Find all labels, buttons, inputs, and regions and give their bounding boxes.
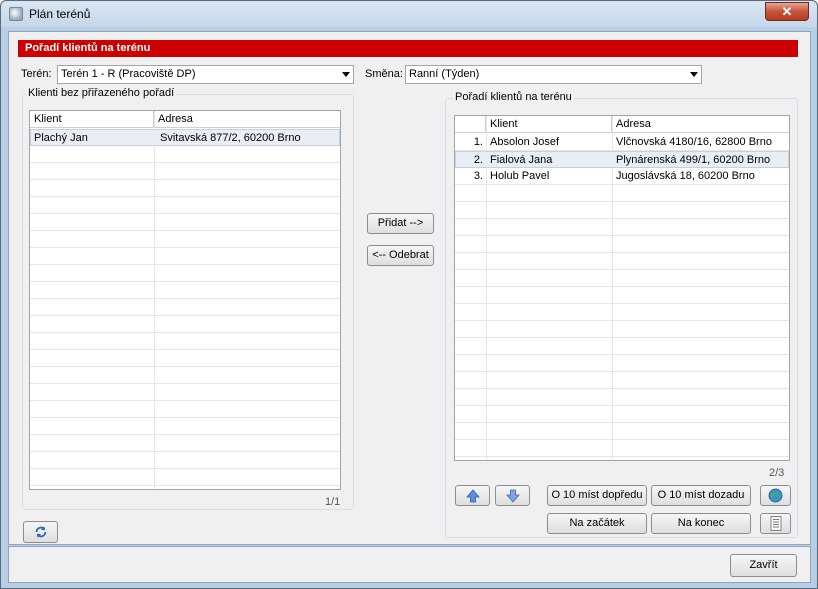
cell-order: 3.: [473, 170, 483, 182]
grid-row-line: [455, 235, 789, 236]
grid-row-line: [30, 315, 340, 316]
main-window: Plán terénů ✕ Pořadí klientů na terénu T…: [0, 0, 818, 589]
close-button[interactable]: Zavřít: [730, 554, 797, 577]
unassigned-clients-grid[interactable]: Klient Adresa Plachý Jan Svitavská 877/2…: [29, 110, 341, 490]
print-button[interactable]: [760, 513, 791, 534]
teren-select-value: Terén 1 - R (Pracoviště DP): [61, 68, 196, 80]
move-up-button[interactable]: [455, 485, 490, 506]
grid-header: Klient Adresa: [30, 111, 340, 128]
grid-row-line: [30, 247, 340, 248]
grid-row-line: [30, 196, 340, 197]
refresh-icon: [35, 526, 46, 538]
grid-row-line: [30, 383, 340, 384]
grid-row-line: [30, 213, 340, 214]
cell-order: 1.: [473, 136, 483, 148]
smena-label: Směna:: [365, 68, 403, 80]
grid-row-line: [455, 337, 789, 338]
table-row[interactable]: 3. Holub Pavel Jugoslávská 18, 60200 Brn…: [455, 168, 789, 185]
app-icon: [9, 7, 23, 21]
map-button[interactable]: [760, 485, 791, 506]
arrow-up-icon: [465, 489, 480, 503]
ordered-clients-grid[interactable]: Klient Adresa 1. Absolon Josef Vlčnovská…: [454, 115, 790, 461]
cell-adresa: Plynárenská 499/1, 60200 Brno: [616, 154, 771, 166]
forward-10-button[interactable]: O 10 míst dopředu: [547, 485, 647, 506]
grid-row-line: [455, 456, 789, 457]
globe-icon: [768, 488, 783, 503]
cell-klient: Absolon Josef: [490, 136, 560, 148]
column-header-adresa[interactable]: Adresa: [612, 116, 789, 133]
move-down-button[interactable]: [495, 485, 530, 506]
page-title: Pořadí klientů na terénu: [18, 40, 798, 57]
window-close-button[interactable]: ✕: [765, 2, 809, 21]
smena-select[interactable]: Ranní (Týden): [405, 65, 702, 84]
table-row[interactable]: Plachý Jan Svitavská 877/2, 60200 Brno: [30, 129, 340, 146]
grid-row-line: [455, 354, 789, 355]
grid-row-line: [455, 439, 789, 440]
table-row[interactable]: 2. Fialová Jana Plynárenská 499/1, 60200…: [455, 151, 789, 168]
teren-select[interactable]: Terén 1 - R (Pracoviště DP): [57, 65, 354, 84]
grid-row-line: [30, 281, 340, 282]
cell-order: 2.: [473, 154, 483, 166]
ordered-clients-title: Pořadí klientů na terénu: [453, 91, 574, 103]
grid-row-line: [30, 298, 340, 299]
teren-label: Terén:: [21, 68, 52, 80]
column-header-klient[interactable]: Klient: [30, 111, 154, 128]
chevron-down-icon: [690, 72, 698, 77]
window-title: Plán terénů: [29, 7, 91, 21]
to-start-button[interactable]: Na začátek: [547, 513, 647, 534]
cell-adresa: Vlčnovská 4180/16, 62800 Brno: [616, 136, 772, 148]
add-button[interactable]: Přidat -->: [367, 213, 434, 234]
grid-row-line: [455, 320, 789, 321]
to-end-button[interactable]: Na konec: [651, 513, 751, 534]
column-header-adresa[interactable]: Adresa: [154, 111, 340, 128]
grid-row-line: [30, 179, 340, 180]
grid-row-line: [30, 417, 340, 418]
unassigned-clients-title: Klienti bez přiřazeného pořadí: [26, 87, 177, 99]
column-header-order[interactable]: [455, 116, 486, 133]
grid-row-line: [30, 485, 340, 486]
grid-row-line: [455, 422, 789, 423]
cell-adresa: Jugoslávská 18, 60200 Brno: [616, 170, 755, 182]
grid-row-line: [30, 434, 340, 435]
grid-row-line: [30, 400, 340, 401]
grid-row-line: [30, 162, 340, 163]
grid-row-line: [455, 405, 789, 406]
cell-klient: Fialová Jana: [490, 154, 553, 166]
column-header-klient[interactable]: Klient: [486, 116, 612, 133]
dialog-footer: Zavřít: [8, 546, 811, 583]
table-row[interactable]: 1. Absolon Josef Vlčnovská 4180/16, 6280…: [455, 134, 789, 151]
smena-select-value: Ranní (Týden): [409, 68, 480, 80]
grid-row-line: [30, 468, 340, 469]
grid-header: Klient Adresa: [455, 116, 789, 133]
grid-row-line: [30, 332, 340, 333]
refresh-button[interactable]: [23, 521, 58, 543]
arrow-down-icon: [505, 489, 520, 503]
grid-row-line: [30, 264, 340, 265]
grid-row-line: [30, 230, 340, 231]
grid-row-line: [30, 451, 340, 452]
chevron-down-icon: [342, 72, 350, 77]
title-bar: Plán terénů ✕: [1, 1, 817, 27]
back-10-button[interactable]: O 10 míst dozadu: [651, 485, 751, 506]
grid-row-line: [455, 218, 789, 219]
cell-adresa: Svitavská 877/2, 60200 Brno: [160, 132, 301, 144]
right-page-counter: 2/3: [769, 467, 785, 479]
grid-row-line: [455, 371, 789, 372]
grid-row-line: [30, 349, 340, 350]
grid-row-line: [455, 286, 789, 287]
grid-row-line: [30, 366, 340, 367]
grid-row-line: [455, 303, 789, 304]
grid-row-line: [455, 388, 789, 389]
left-page-counter: 1/1: [325, 496, 341, 508]
grid-row-line: [455, 252, 789, 253]
cell-klient: Plachý Jan: [34, 132, 88, 144]
client-area: Pořadí klientů na terénu Terén: Terén 1 …: [8, 31, 811, 545]
cell-klient: Holub Pavel: [490, 170, 550, 182]
grid-row-line: [455, 201, 789, 202]
grid-row-line: [455, 269, 789, 270]
document-icon: [770, 516, 781, 531]
remove-button[interactable]: <-- Odebrat: [367, 245, 434, 266]
